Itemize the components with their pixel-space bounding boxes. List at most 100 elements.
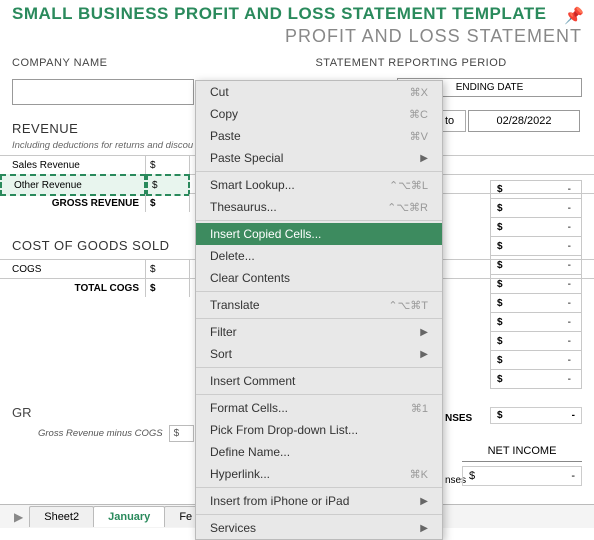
menu-item[interactable]: Paste ⌘V: [196, 125, 442, 147]
menu-item[interactable]: Filter▶: [196, 321, 442, 343]
menu-shortcut: ⌘V: [410, 130, 428, 143]
ending-date-value[interactable]: 02/28/2022: [468, 110, 580, 132]
sheet-tab[interactable]: January: [93, 506, 165, 527]
menu-item-label: Translate: [210, 298, 260, 312]
currency-symbol: $: [491, 374, 509, 385]
amount-cell[interactable]: $-: [490, 351, 582, 370]
menu-item[interactable]: Sort▶: [196, 343, 442, 365]
currency-cell[interactable]: $: [146, 194, 190, 212]
menu-item[interactable]: Insert Comment: [196, 370, 442, 392]
company-input[interactable]: [12, 79, 194, 105]
net-income-header: NET INCOME: [462, 441, 582, 462]
menu-item-label: Format Cells...: [210, 401, 288, 415]
currency-cell[interactable]: $: [146, 260, 190, 278]
tab-nav-icon[interactable]: ▶: [8, 510, 29, 524]
currency-cell[interactable]: $: [146, 156, 190, 174]
menu-item[interactable]: Pick From Drop-down List...: [196, 419, 442, 441]
row-label: GROSS REVENUE: [0, 194, 146, 212]
menu-item[interactable]: Thesaurus...⌃⌥⌘R: [196, 196, 442, 218]
menu-item-label: Delete...: [210, 249, 255, 263]
menu-item[interactable]: Translate ⌃⌥⌘T: [196, 294, 442, 316]
amount-value: -: [509, 241, 581, 252]
menu-item[interactable]: Insert from iPhone or iPad▶: [196, 490, 442, 512]
menu-item-label: Cut: [210, 85, 229, 99]
amount-value: -: [509, 184, 581, 195]
menu-item-label: Thesaurus...: [210, 200, 277, 214]
gross-mini-cell[interactable]: $: [169, 425, 195, 442]
currency-symbol: $: [491, 260, 509, 271]
currency-symbol: $: [491, 184, 509, 195]
menu-separator: [196, 220, 442, 221]
amount-cell[interactable]: $-: [490, 218, 582, 237]
menu-item[interactable]: Copy⌘C: [196, 103, 442, 125]
sheet-tab[interactable]: Sheet2: [29, 506, 94, 527]
menu-item[interactable]: Insert Copied Cells...: [196, 223, 442, 245]
amount-cell[interactable]: $-: [490, 332, 582, 351]
menu-separator: [196, 514, 442, 515]
menu-shortcut: ⌘K: [410, 468, 428, 481]
menu-item[interactable]: Paste Special ▶: [196, 147, 442, 169]
gross-sub-label: Gross Revenue minus COGS: [38, 428, 163, 439]
menu-item[interactable]: Define Name...: [196, 441, 442, 463]
currency-symbol: $: [491, 317, 509, 328]
menu-item[interactable]: Format Cells...⌘1: [196, 397, 442, 419]
menu-item-label: Insert Comment: [210, 374, 295, 388]
menu-separator: [196, 487, 442, 488]
currency-cell[interactable]: $: [146, 279, 190, 297]
menu-shortcut: ⌘X: [410, 86, 428, 99]
page-title: SMALL BUSINESS PROFIT AND LOSS STATEMENT…: [12, 4, 582, 24]
currency-symbol: $: [491, 222, 509, 233]
row-label: TOTAL COGS: [0, 279, 146, 297]
nses2-value: -: [572, 410, 575, 421]
menu-item-label: Hyperlink...: [210, 467, 270, 481]
menu-item[interactable]: Delete...: [196, 245, 442, 267]
net-income-value: -: [571, 470, 575, 482]
nses-value-2[interactable]: $ -: [490, 407, 582, 424]
amount-cell[interactable]: $-: [490, 199, 582, 218]
chevron-right-icon: ▶: [420, 327, 428, 338]
menu-shortcut: ⌃⌥⌘T: [388, 299, 428, 312]
amount-value: -: [509, 355, 581, 366]
page-subtitle: PROFIT AND LOSS STATEMENT: [0, 26, 594, 57]
menu-item-label: Insert from iPhone or iPad: [210, 494, 349, 508]
pin-icon[interactable]: 📌: [564, 6, 584, 26]
menu-separator: [196, 394, 442, 395]
nses-label-2: NSES: [445, 413, 472, 424]
menu-item-label: Define Name...: [210, 445, 290, 459]
amount-cell[interactable]: $-: [490, 180, 582, 199]
amount-value: -: [509, 260, 581, 271]
currency-cell[interactable]: $: [146, 174, 190, 196]
amount-cell[interactable]: $-: [490, 294, 582, 313]
menu-item[interactable]: Clear Contents: [196, 267, 442, 289]
menu-separator: [196, 367, 442, 368]
chevron-right-icon: ▶: [420, 153, 428, 164]
currency-symbol: $: [491, 355, 509, 366]
row-label: Sales Revenue: [0, 156, 146, 174]
amount-cell[interactable]: $-: [490, 313, 582, 332]
net-income-cell[interactable]: $ -: [462, 466, 582, 486]
menu-item-label: Services: [210, 521, 256, 535]
currency-symbol: $: [491, 279, 509, 290]
menu-item-label: Sort: [210, 347, 232, 361]
menu-item-label: Smart Lookup...: [210, 178, 295, 192]
menu-item-label: Pick From Drop-down List...: [210, 423, 358, 437]
menu-item[interactable]: Cut ⌘X: [196, 81, 442, 103]
amount-cell[interactable]: $-: [490, 256, 582, 275]
currency-symbol: $: [491, 298, 509, 309]
menu-item-label: Paste Special: [210, 151, 283, 165]
currency-symbol: $: [491, 336, 509, 347]
amount-cell[interactable]: $-: [490, 370, 582, 389]
currency-symbol: $: [491, 203, 509, 214]
amount-value: -: [509, 222, 581, 233]
menu-item[interactable]: Hyperlink... ⌘K: [196, 463, 442, 485]
amount-cell[interactable]: $-: [490, 237, 582, 256]
currency-symbol: $: [174, 428, 180, 439]
amount-value: -: [509, 336, 581, 347]
currency-symbol: $: [469, 470, 475, 482]
menu-item[interactable]: Services▶: [196, 517, 442, 539]
amount-value: -: [509, 374, 581, 385]
menu-item[interactable]: Smart Lookup...⌃⌥⌘L: [196, 174, 442, 196]
menu-item-label: Paste: [210, 129, 241, 143]
menu-item-label: Insert Copied Cells...: [210, 227, 321, 241]
amount-cell[interactable]: $-: [490, 275, 582, 294]
